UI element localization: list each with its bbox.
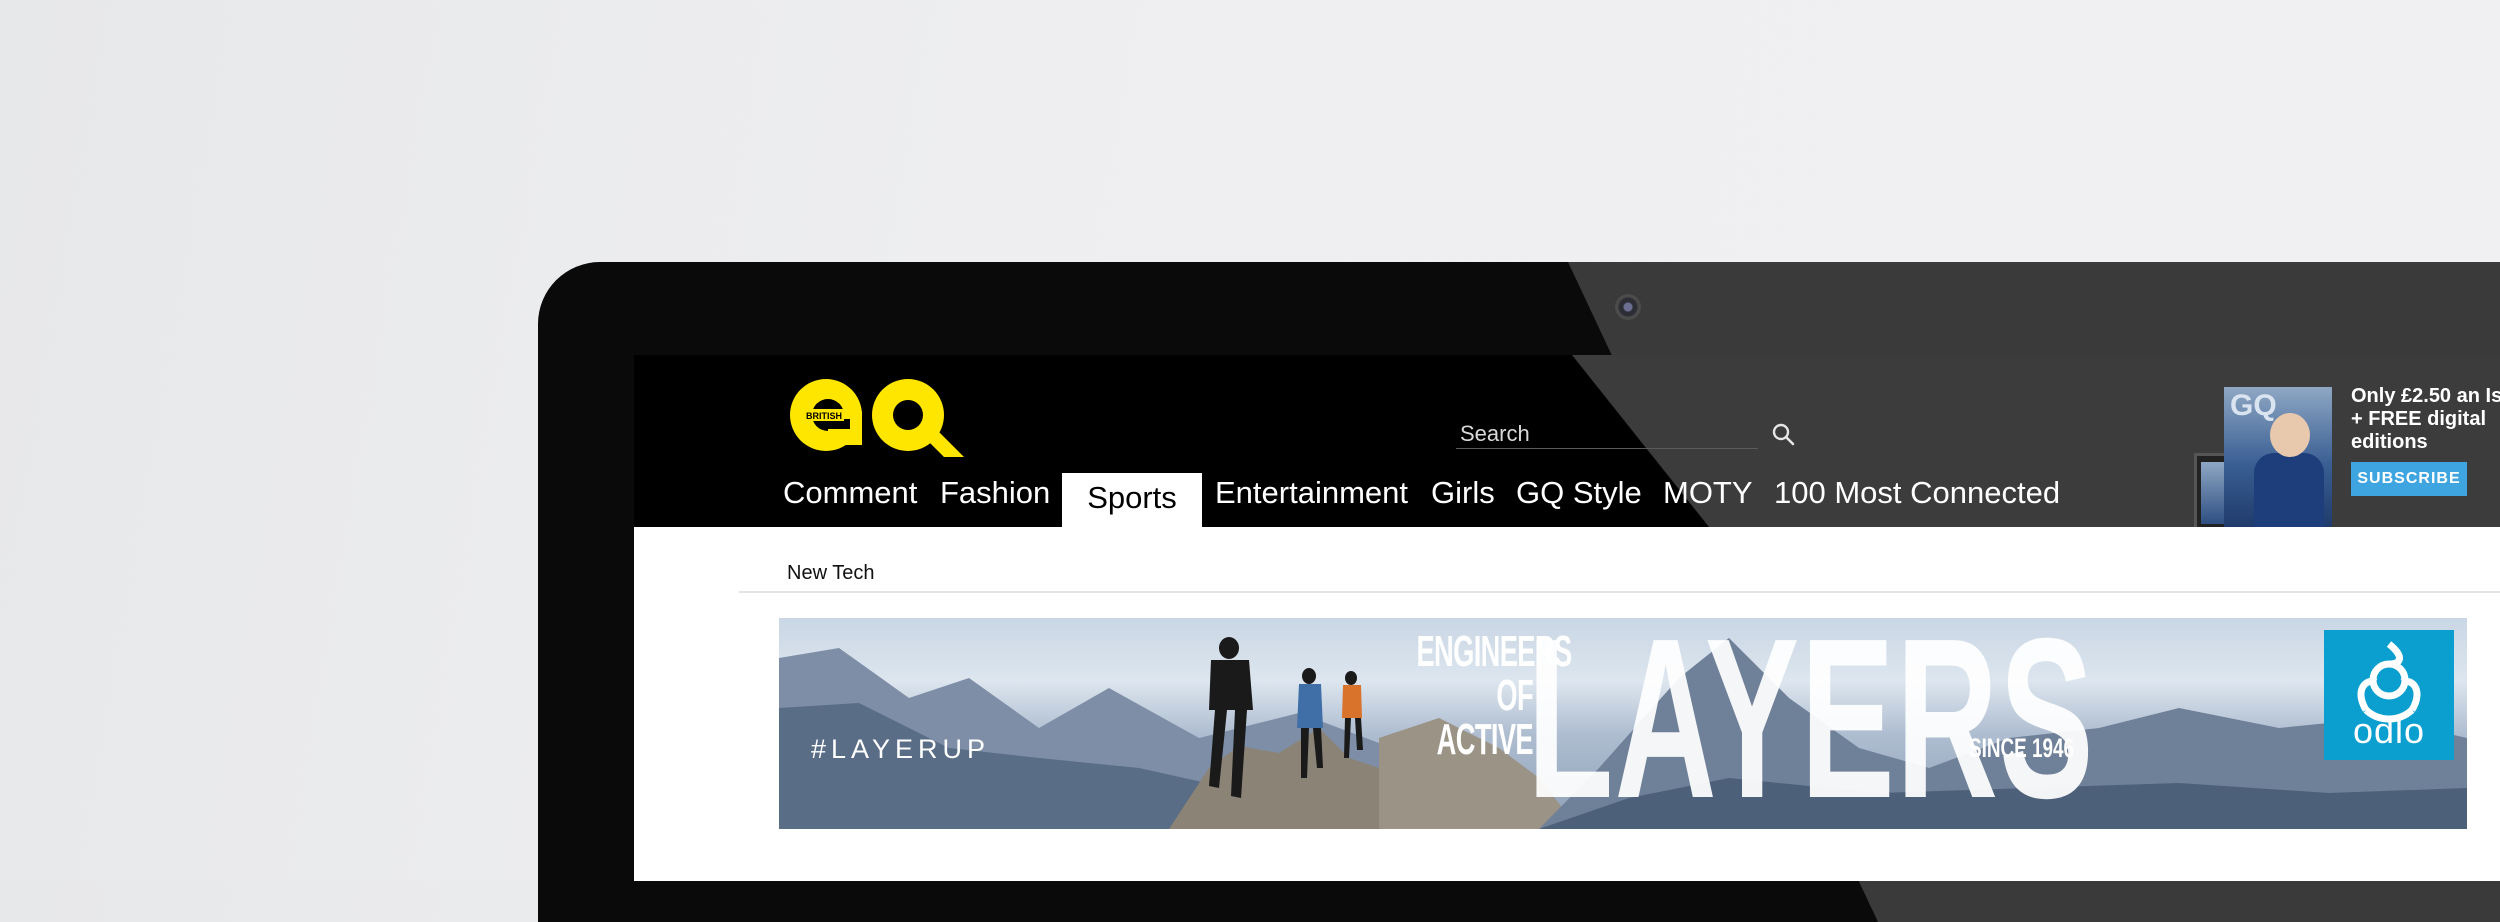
- webcam-icon: [1615, 294, 1641, 320]
- banner-tagline: ENGINEERS OF ACTIVE: [1416, 627, 1572, 764]
- nav-item-gq-style[interactable]: GQ Style: [1516, 471, 1642, 527]
- subnav-item-new-tech[interactable]: New Tech: [787, 562, 874, 585]
- tagline-line: ENGINEERS: [1416, 627, 1572, 676]
- nav-item-comment[interactable]: Comment: [783, 471, 917, 527]
- nav-item-fashion[interactable]: Fashion: [940, 471, 1050, 527]
- promo-magazine-cover[interactable]: GQ: [2224, 387, 2332, 527]
- banner-hashtag: #LAYERUP: [811, 734, 991, 764]
- promo-line: + FREE digital: [2351, 408, 2487, 430]
- nav-item-moty[interactable]: MOTY: [1663, 471, 1753, 527]
- subscribe-button[interactable]: SUBSCRIBE: [2351, 462, 2467, 496]
- main-nav: Comment Fashion Sports Entertainment Gir…: [634, 471, 2134, 527]
- banner-ad[interactable]: #LAYERUP ENGINEERS OF ACTIVE LAYERS SINC…: [779, 618, 2467, 829]
- promo-line: editions: [2351, 431, 2428, 453]
- nav-item-entertainment[interactable]: Entertainment: [1215, 471, 1408, 527]
- odlo-wordmark: odlo: [2352, 710, 2426, 751]
- promo-line: Only £2.50 an Is: [2351, 385, 2500, 407]
- search-icon[interactable]: [1771, 422, 1795, 446]
- nav-item-girls[interactable]: Girls: [1431, 471, 1495, 527]
- site-header: BRITISH Search Comment Fashion Sports En…: [634, 355, 2500, 527]
- nav-item-sports[interactable]: Sports: [1062, 473, 1202, 527]
- banner-headline: LAYERS: [1527, 618, 2095, 829]
- search-input[interactable]: Search: [1456, 421, 1758, 449]
- tagline-line: ACTIVE: [1436, 715, 1534, 764]
- odlo-logo[interactable]: odlo: [2324, 630, 2454, 760]
- svg-text:BRITISH: BRITISH: [806, 411, 842, 421]
- gq-logo[interactable]: BRITISH: [788, 373, 968, 458]
- banner-since: SINCE 1946: [1969, 733, 2075, 763]
- tagline-line: OF: [1496, 671, 1533, 720]
- nav-item-100-most-connected[interactable]: 100 Most Connected: [1774, 471, 2060, 527]
- laptop-screen: BRITISH Search Comment Fashion Sports En…: [634, 355, 2500, 881]
- divider: [739, 591, 2500, 593]
- promo-text: Only £2.50 an Is + FREE digital editions: [2351, 385, 2500, 454]
